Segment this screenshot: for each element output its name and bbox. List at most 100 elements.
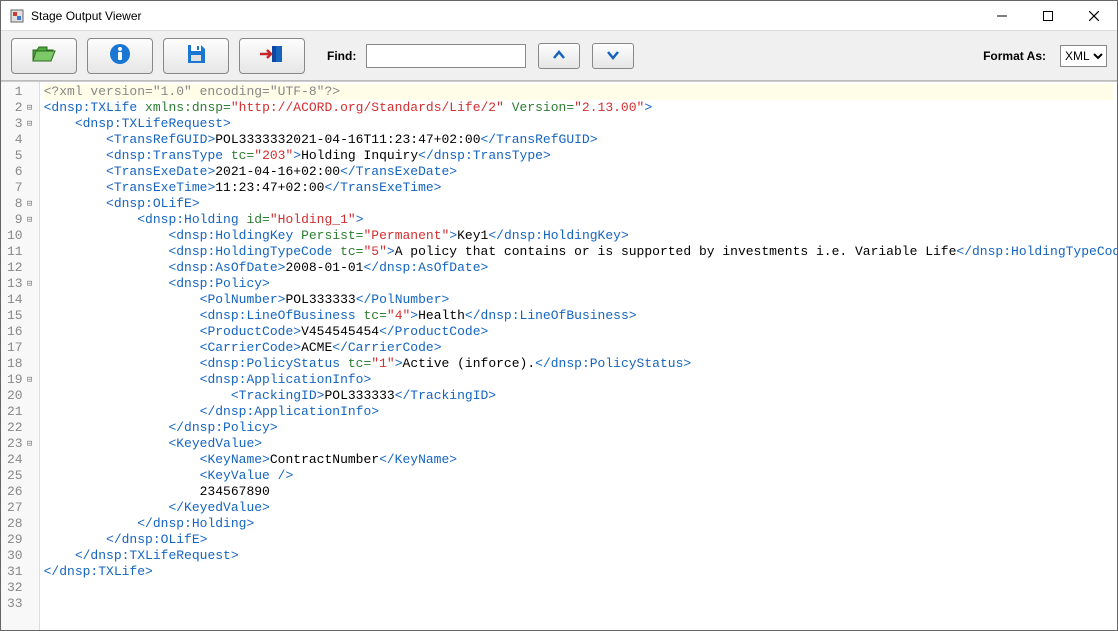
code-line[interactable] [44,580,1113,596]
code-line[interactable]: <dnsp:Holding id="Holding_1"> [44,212,1113,228]
save-button[interactable] [163,38,229,74]
gutter-line: 6 [7,164,35,180]
close-button[interactable] [1071,1,1117,30]
format-select[interactable]: XML [1060,45,1107,67]
code-line[interactable]: </KeyedValue> [44,500,1113,516]
chevron-down-icon [606,48,620,63]
code-line[interactable]: </dnsp:ApplicationInfo> [44,404,1113,420]
info-button[interactable] [87,38,153,74]
format-label: Format As: [983,49,1046,63]
code-line[interactable]: <CarrierCode>ACME</CarrierCode> [44,340,1113,356]
code-line[interactable]: <dnsp:ApplicationInfo> [44,372,1113,388]
minimize-button[interactable] [979,1,1025,30]
code-line[interactable]: <dnsp:Policy> [44,276,1113,292]
code-line[interactable]: <dnsp:LineOfBusiness tc="4">Health</dnsp… [44,308,1113,324]
fold-toggle[interactable]: ⊟ [25,100,35,116]
gutter-line: 8⊟ [7,196,35,212]
gutter-line: 7 [7,180,35,196]
code-line[interactable]: <dnsp:PolicyStatus tc="1">Active (inforc… [44,356,1113,372]
find-label: Find: [327,49,356,63]
gutter-line: 5 [7,148,35,164]
window-controls [979,1,1117,30]
titlebar: Stage Output Viewer [1,1,1117,31]
info-icon [108,42,132,69]
gutter-line: 14 [7,292,35,308]
code-line[interactable]: <KeyName>ContractNumber</KeyName> [44,452,1113,468]
gutter-line: 23⊟ [7,436,35,452]
code-line[interactable]: <dnsp:HoldingTypeCode tc="5">A policy th… [44,244,1113,260]
gutter-line: 19⊟ [7,372,35,388]
gutter-line: 25 [7,468,35,484]
code-line[interactable]: <ProductCode>V454545454</ProductCode> [44,324,1113,340]
app-icon [9,8,25,24]
code-line[interactable]: <TrackingID>POL333333</TrackingID> [44,388,1113,404]
code-line[interactable]: <TransExeDate>2021-04-16+02:00</TransExe… [44,164,1113,180]
code-line[interactable]: <dnsp:TXLife xmlns:dnsp="http://ACORD.or… [44,100,1113,116]
gutter-line: 17 [7,340,35,356]
code-line[interactable]: <?xml version="1.0" encoding="UTF-8"?> [44,84,1113,100]
gutter-line: 32 [7,580,35,596]
save-icon [184,42,208,69]
code-line[interactable]: <dnsp:AsOfDate>2008-01-01</dnsp:AsOfDate… [44,260,1113,276]
gutter-line: 21 [7,404,35,420]
export-icon [258,43,286,68]
gutter-line: 15 [7,308,35,324]
find-next-button[interactable] [592,43,634,69]
code-area[interactable]: <?xml version="1.0" encoding="UTF-8"?><d… [40,82,1117,630]
fold-toggle[interactable]: ⊟ [25,196,35,212]
fold-toggle[interactable]: ⊟ [25,436,35,452]
code-line[interactable]: <PolNumber>POL333333</PolNumber> [44,292,1113,308]
gutter-line: 30 [7,548,35,564]
gutter-line: 33 [7,596,35,612]
gutter-line: 20 [7,388,35,404]
gutter-line: 24 [7,452,35,468]
code-line[interactable]: <KeyValue /> [44,468,1113,484]
code-line[interactable]: <KeyedValue> [44,436,1113,452]
code-line[interactable]: <dnsp:TransType tc="203">Holding Inquiry… [44,148,1113,164]
gutter-line: 9⊟ [7,212,35,228]
gutter-line: 4 [7,132,35,148]
gutter-line: 28 [7,516,35,532]
find-input[interactable] [366,44,526,68]
fold-toggle[interactable]: ⊟ [25,116,35,132]
app-window: Stage Output Viewer Find: Format As: [0,0,1118,631]
find-prev-button[interactable] [538,43,580,69]
code-line[interactable]: <dnsp:HoldingKey Persist="Permanent">Key… [44,228,1113,244]
window-title: Stage Output Viewer [31,9,979,23]
gutter-line: 2⊟ [7,100,35,116]
gutter-line: 11 [7,244,35,260]
gutter-line: 18 [7,356,35,372]
gutter-line: 16 [7,324,35,340]
code-editor[interactable]: 12⊟3⊟45678⊟9⊟10111213⊟141516171819⊟20212… [1,81,1117,630]
chevron-up-icon [552,48,566,63]
code-line[interactable]: 234567890 [44,484,1113,500]
code-line[interactable]: <dnsp:TXLifeRequest> [44,116,1113,132]
code-line[interactable]: </dnsp:Policy> [44,420,1113,436]
code-line[interactable]: <TransRefGUID>POL3333332021-04-16T11:23:… [44,132,1113,148]
maximize-button[interactable] [1025,1,1071,30]
gutter-line: 22 [7,420,35,436]
gutter-line: 12 [7,260,35,276]
code-line[interactable]: <TransExeTime>11:23:47+02:00</TransExeTi… [44,180,1113,196]
code-line[interactable] [44,596,1113,612]
gutter-line: 31 [7,564,35,580]
open-button[interactable] [11,38,77,74]
toolbar: Find: Format As: XML [1,31,1117,81]
gutter-line: 27 [7,500,35,516]
gutter-line: 3⊟ [7,116,35,132]
folder-open-icon [31,43,57,68]
export-button[interactable] [239,38,305,74]
code-line[interactable]: </dnsp:Holding> [44,516,1113,532]
gutter-line: 10 [7,228,35,244]
fold-toggle[interactable]: ⊟ [25,372,35,388]
gutter-line: 13⊟ [7,276,35,292]
gutter-line: 26 [7,484,35,500]
gutter: 12⊟3⊟45678⊟9⊟10111213⊟141516171819⊟20212… [1,82,40,630]
fold-toggle[interactable]: ⊟ [25,212,35,228]
code-line[interactable]: </dnsp:OLifE> [44,532,1113,548]
code-line[interactable]: </dnsp:TXLifeRequest> [44,548,1113,564]
code-line[interactable]: <dnsp:OLifE> [44,196,1113,212]
gutter-line: 29 [7,532,35,548]
fold-toggle[interactable]: ⊟ [25,276,35,292]
code-line[interactable]: </dnsp:TXLife> [44,564,1113,580]
